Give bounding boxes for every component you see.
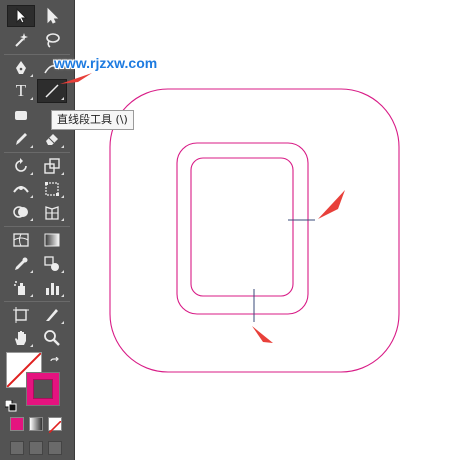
red-arrow-bottom — [252, 326, 273, 343]
middle-rounded-rect[interactable] — [176, 142, 309, 315]
red-arrow-right — [318, 190, 345, 219]
red-arrow-toolbar — [60, 73, 92, 84]
tool-tooltip: 直线段工具 (\) — [51, 110, 134, 130]
inner-rounded-rect[interactable] — [190, 157, 294, 297]
watermark: www.rjzxw.com — [54, 55, 158, 71]
